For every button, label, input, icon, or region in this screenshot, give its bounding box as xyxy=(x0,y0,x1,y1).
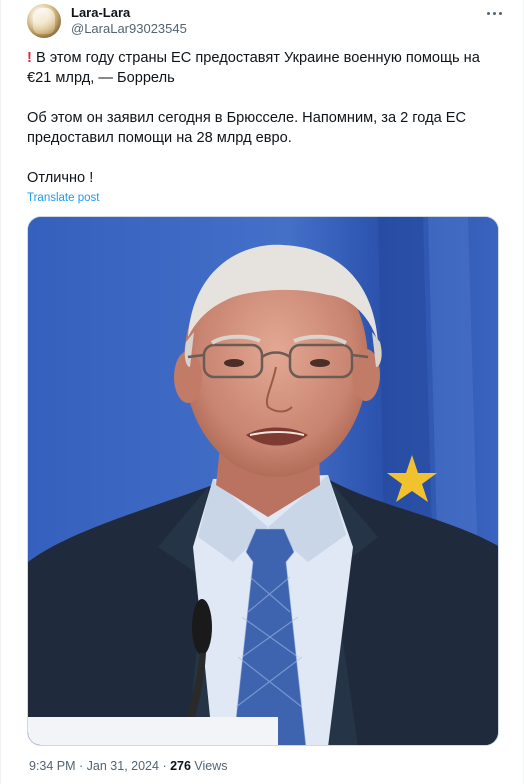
paragraph-1-text: В этом году страны ЕС предоставят Украин… xyxy=(27,50,484,86)
meta-separator: · xyxy=(158,759,171,773)
dot-icon xyxy=(486,11,490,15)
tweet-text: ! В этом году страны ЕС предоставят Укра… xyxy=(27,48,507,208)
author-display-name[interactable]: Lara-Lara xyxy=(71,5,187,21)
tweet-header: Lara-Lara @LaraLar93023545 xyxy=(27,4,509,40)
tweet-date[interactable]: Jan 31, 2024 xyxy=(87,759,159,773)
tweet-photo[interactable] xyxy=(27,216,499,746)
dot-icon xyxy=(492,11,496,15)
portrait-illustration xyxy=(28,217,498,745)
meta-separator: · xyxy=(75,759,87,773)
exclamation-icon: ! xyxy=(27,50,32,66)
author-handle[interactable]: @LaraLar93023545 xyxy=(71,21,187,37)
translate-post-link[interactable]: Translate post xyxy=(27,192,99,204)
author-names[interactable]: Lara-Lara @LaraLar93023545 xyxy=(71,5,187,37)
tweet-paragraph-3: Отлично ! xyxy=(27,170,94,186)
tweet-time[interactable]: 9:34 PM xyxy=(29,759,76,773)
views-label: Views xyxy=(190,759,228,773)
views-count: 276 xyxy=(170,759,191,773)
tweet-paragraph-2: Об этом он заявил сегодня в Брюсселе. На… xyxy=(27,110,471,146)
dot-icon xyxy=(498,11,502,15)
tweet-meta: 9:34 PM · Jan 31, 2024 · 276 Views xyxy=(29,758,228,774)
avatar[interactable] xyxy=(27,4,61,38)
tweet-card[interactable]: Lara-Lara @LaraLar93023545 ! В этом году… xyxy=(0,0,524,784)
more-options-icon[interactable] xyxy=(483,4,505,22)
tweet-paragraph-1: ! В этом году страны ЕС предоставят Укра… xyxy=(27,48,507,88)
